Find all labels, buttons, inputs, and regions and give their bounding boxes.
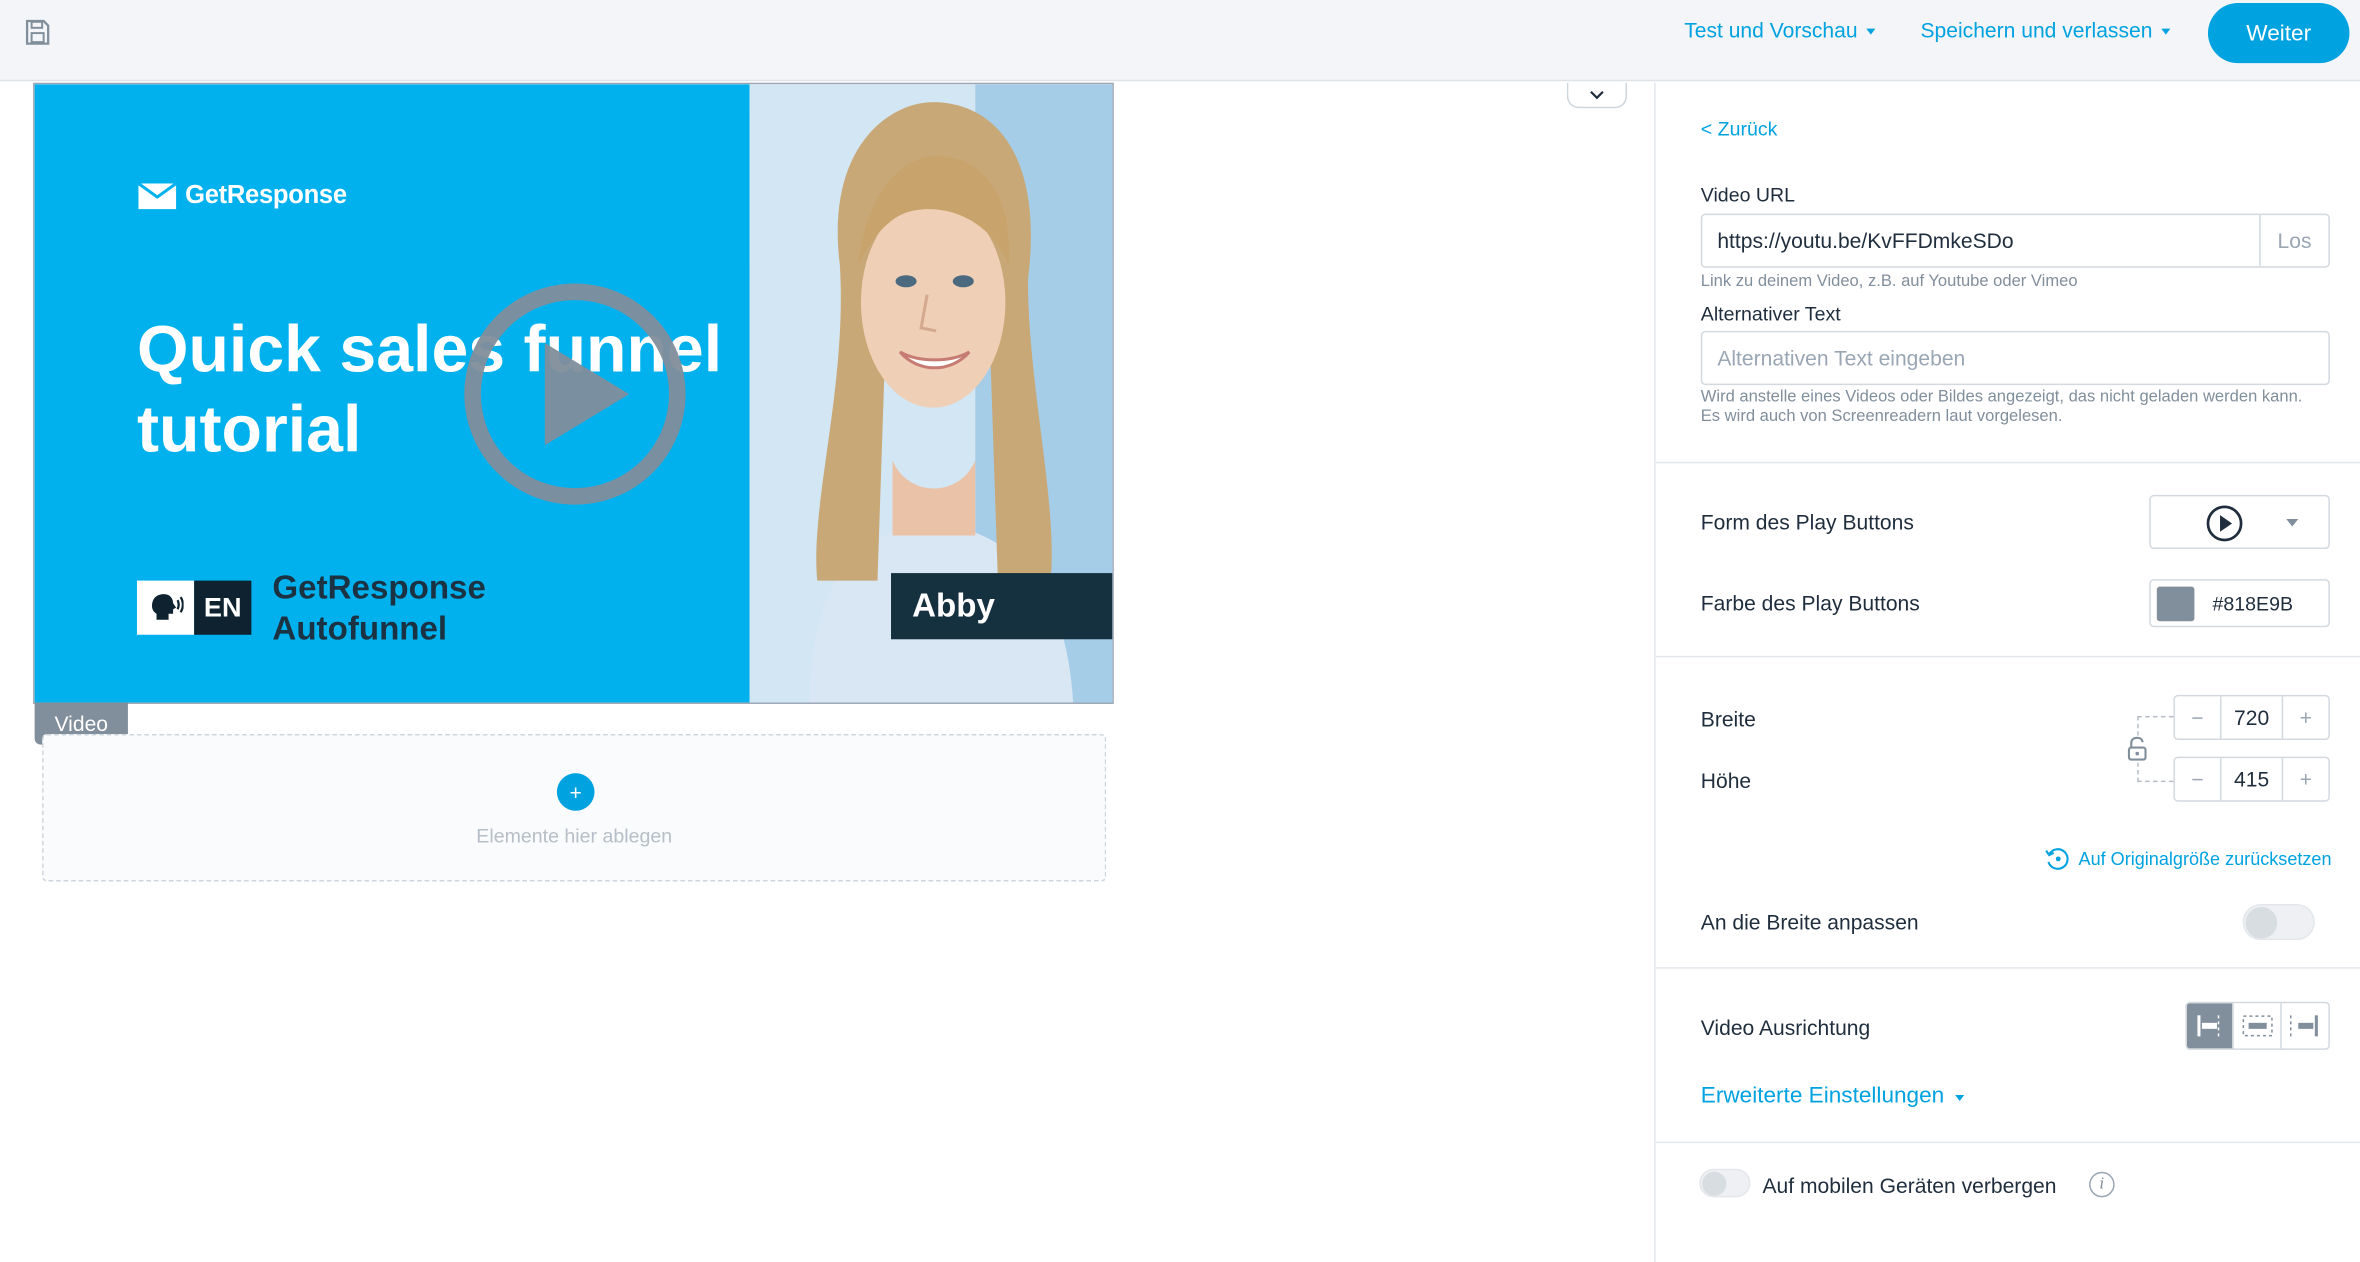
align-center-button[interactable]: [2234, 1003, 2282, 1049]
alignment-selector: [2185, 1001, 2330, 1050]
unlock-icon[interactable]: [2125, 735, 2150, 763]
play-color-label: Farbe des Play Buttons: [1700, 591, 1920, 616]
chevron-down-icon: [1866, 28, 1876, 35]
play-circle-icon: [2206, 505, 2243, 542]
go-button[interactable]: Los: [2259, 215, 2328, 267]
width-value[interactable]: 720: [2220, 696, 2284, 739]
video-url-hint: Link zu deinem Video, z.B. auf Youtube o…: [1700, 272, 2078, 291]
logo-text: GetResponse: [185, 180, 347, 210]
align-center-icon: [2241, 1015, 2272, 1037]
drop-hint: Elemente hier ablegen: [476, 824, 673, 847]
video-element[interactable]: GetResponse Quick sales funnel tutorial …: [33, 82, 1114, 704]
color-swatch: [2156, 585, 2195, 621]
width-label: Breite: [1700, 706, 1756, 732]
save-icon[interactable]: [23, 18, 53, 48]
play-color-picker[interactable]: #818E9B: [2149, 579, 2330, 628]
color-hex-value: #818E9B: [2212, 591, 2294, 615]
chevron-down-icon: [2286, 518, 2299, 527]
video-thumbnail-right: Abby: [749, 84, 1113, 703]
next-button[interactable]: Weiter: [2207, 3, 2350, 64]
height-decrement-button[interactable]: −: [2175, 758, 2220, 800]
getresponse-logo: GetResponse: [137, 181, 347, 211]
divider: [1655, 655, 2360, 658]
align-left-button[interactable]: [2186, 1003, 2235, 1049]
settings-panel: < Zurück Video URL Los Link zu deinem Vi…: [1654, 82, 2360, 1262]
fit-width-toggle[interactable]: [2242, 904, 2315, 941]
alignment-label: Video Ausrichtung: [1700, 1015, 1871, 1040]
video-url-field: Los: [1700, 213, 2330, 268]
width-decrement-button[interactable]: −: [2175, 696, 2220, 738]
test-preview-label: Test und Vorschau: [1684, 18, 1858, 43]
video-url-label: Video URL: [1700, 183, 1796, 207]
test-preview-menu[interactable]: Test und Vorschau: [1684, 18, 1876, 43]
hide-mobile-toggle[interactable]: [1699, 1168, 1751, 1198]
save-leave-label: Speichern und verlassen: [1920, 18, 2153, 43]
width-stepper: − 720 +: [2173, 694, 2330, 741]
product-name: GetResponse Autofunnel: [272, 567, 485, 648]
product-line-1: GetResponse: [272, 568, 486, 607]
speaking-head-icon: [152, 594, 184, 620]
save-leave-menu[interactable]: Speichern und verlassen: [1921, 18, 2171, 42]
play-shape-select[interactable]: [2149, 494, 2330, 550]
reset-icon: [2045, 848, 2069, 870]
height-value[interactable]: 415: [2220, 758, 2284, 801]
language-badge: EN: [136, 580, 252, 635]
divider: [1655, 967, 2360, 969]
reset-size-label: Auf Originalgröße zurücksetzen: [2078, 848, 2332, 870]
presenter-name-tag: Abby: [891, 573, 1113, 640]
alt-text-input[interactable]: [1700, 330, 2330, 386]
play-shape-label: Form des Play Buttons: [1700, 509, 1914, 534]
hide-mobile-label: Auf mobilen Geräten verbergen: [1762, 1173, 2057, 1198]
align-right-icon: [2290, 1015, 2319, 1037]
advanced-settings-link[interactable]: Erweiterte Einstellungen: [1701, 1083, 1964, 1109]
divider: [1655, 1141, 2360, 1144]
chevron-down-icon: [1590, 90, 1604, 100]
reset-size-link[interactable]: Auf Originalgröße zurücksetzen: [2044, 845, 2332, 872]
play-button-icon[interactable]: [461, 280, 690, 509]
add-element-button[interactable]: +: [556, 773, 595, 811]
height-stepper: − 415 +: [2173, 756, 2330, 802]
height-increment-button[interactable]: +: [2283, 758, 2328, 800]
language-code: EN: [194, 580, 252, 635]
chevron-down-icon: [2161, 28, 2171, 35]
align-left-icon: [2197, 1015, 2220, 1037]
envelope-icon: [137, 181, 177, 209]
toggle-knob: [2245, 907, 2278, 939]
height-label: Höhe: [1700, 768, 1752, 793]
divider: [1655, 461, 2360, 464]
align-right-button[interactable]: [2281, 1003, 2328, 1048]
fit-width-label: An die Breite anpassen: [1700, 910, 1919, 935]
toggle-knob: [1702, 1171, 1727, 1196]
alt-text-label: Alternativer Text: [1700, 302, 1841, 325]
drop-zone[interactable]: + Elemente hier ablegen: [42, 734, 1107, 882]
back-link[interactable]: < Zurück: [1701, 117, 1778, 140]
advanced-settings-label: Erweiterte Einstellungen: [1700, 1083, 1945, 1109]
top-bar: Test und Vorschau Speichern und verlasse…: [0, 0, 2360, 82]
alt-text-hint: Wird anstelle eines Videos oder Bildes a…: [1700, 388, 2303, 426]
video-url-input[interactable]: [1702, 215, 2260, 267]
chevron-down-icon: [1954, 1094, 1964, 1101]
collapse-tab[interactable]: [1566, 82, 1628, 109]
product-badge: EN GetResponse Autofunnel: [136, 567, 486, 648]
product-line-2: Autofunnel: [272, 609, 448, 647]
info-icon[interactable]: i: [2089, 1171, 2115, 1198]
width-increment-button[interactable]: +: [2283, 696, 2328, 738]
